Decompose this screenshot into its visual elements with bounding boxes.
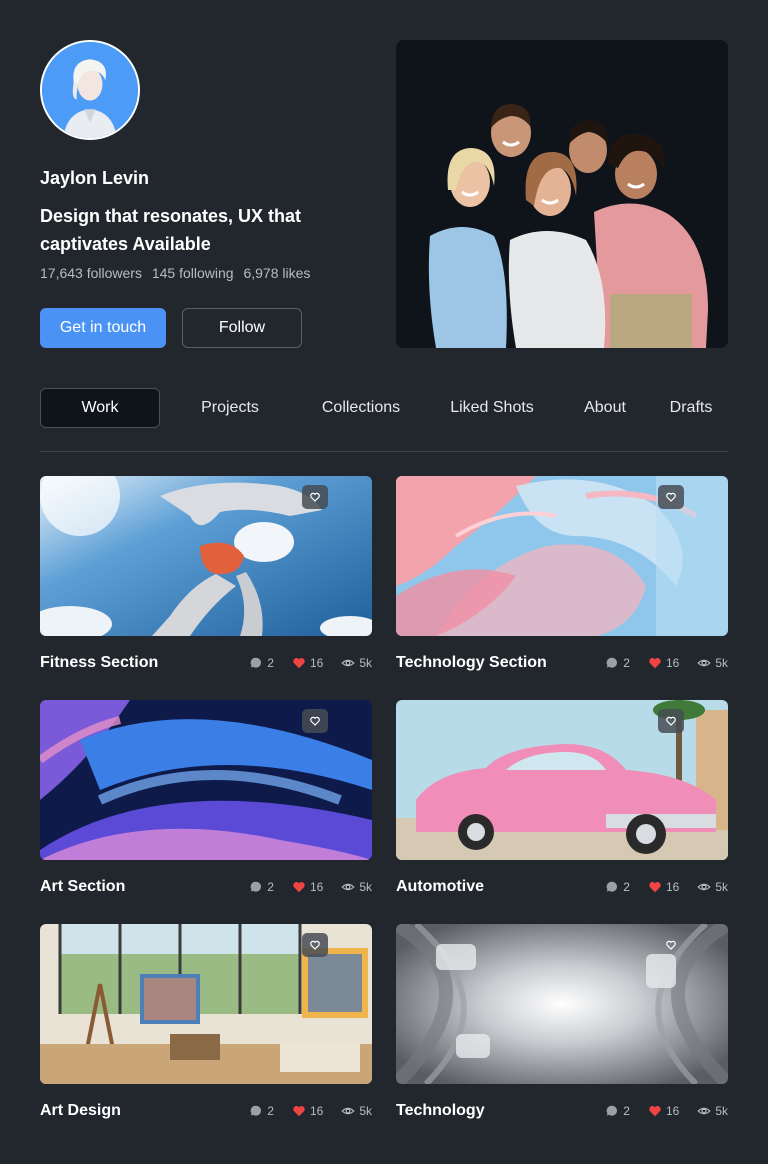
heart-icon[interactable] (648, 1104, 662, 1118)
favorite-button[interactable] (302, 709, 328, 733)
like-count: 16 (309, 880, 324, 894)
like-count: 16 (665, 1104, 680, 1118)
favorite-button[interactable] (658, 485, 684, 509)
heart-icon[interactable] (292, 1104, 306, 1118)
shot-thumbnail[interactable] (396, 476, 728, 636)
comment-count: 2 (623, 880, 630, 894)
profile-stats: 17,643 followers 145 following 6,978 lik… (40, 265, 316, 281)
favorite-button[interactable] (302, 485, 328, 509)
profile-tabs: Work Projects Collections Liked Shots Ab… (40, 388, 728, 428)
shot-stats: 2 16 5k (249, 1104, 372, 1118)
shot-title[interactable]: Automotive (396, 878, 484, 896)
shot-thumbnail[interactable] (396, 700, 728, 860)
profile-tagline: Design that resonates, UX that captivate… (40, 206, 302, 254)
shot-stats: 2 16 5k (605, 880, 728, 894)
favorite-button[interactable] (302, 933, 328, 957)
comment-icon (250, 657, 262, 668)
heart-outline-icon (666, 940, 676, 950)
shot-thumbnail[interactable] (396, 924, 728, 1084)
shot-stats: 2 16 5k (605, 656, 728, 670)
shot-thumbnail[interactable] (40, 924, 372, 1084)
get-in-touch-button[interactable]: Get in touch (40, 308, 166, 348)
tab-drafts[interactable]: Drafts (662, 388, 720, 428)
heart-outline-icon (666, 716, 676, 726)
view-count: 5k (715, 656, 728, 670)
comment-icon (606, 657, 618, 668)
profile-name: Jaylon Levin (40, 168, 150, 188)
cover-image (396, 40, 728, 348)
view-count: 5k (715, 880, 728, 894)
shot-title[interactable]: Art Design (40, 1102, 121, 1120)
avatar[interactable] (40, 40, 140, 140)
shot-card[interactable]: Technology 2 16 5k (396, 924, 728, 1119)
eye-icon (697, 659, 712, 667)
profile-header: Jaylon Levin Design that resonates, UX t… (40, 40, 728, 348)
like-count: 16 (665, 656, 680, 670)
shot-stats: 2 16 5k (605, 1104, 728, 1118)
eye-icon (341, 659, 356, 667)
shot-title[interactable]: Art Section (40, 878, 125, 896)
like-count: 16 (665, 880, 680, 894)
like-count: 16 (309, 1104, 324, 1118)
shot-card[interactable]: Art Section 2 16 5k (40, 700, 372, 895)
favorite-button[interactable] (658, 709, 684, 733)
comment-icon (606, 1105, 618, 1116)
tab-liked-shots[interactable]: Liked Shots (440, 388, 544, 428)
heart-icon[interactable] (648, 656, 662, 670)
shot-card[interactable]: Technology Section 2 16 5k (396, 476, 728, 671)
heart-icon[interactable] (292, 880, 306, 894)
shot-title[interactable]: Technology Section (396, 654, 547, 672)
comment-icon (250, 1105, 262, 1116)
heart-icon[interactable] (648, 880, 662, 894)
comment-icon (250, 881, 262, 892)
likes-count: 6,978 likes (243, 265, 311, 281)
following-count[interactable]: 145 following (152, 265, 234, 281)
shot-card[interactable]: Fitness Section 2 16 5k (40, 476, 372, 671)
comment-count: 2 (623, 656, 630, 670)
comment-icon (606, 881, 618, 892)
comment-count: 2 (623, 1104, 630, 1118)
tab-projects[interactable]: Projects (190, 388, 270, 428)
follow-button[interactable]: Follow (182, 308, 302, 348)
view-count: 5k (359, 656, 372, 670)
tab-collections[interactable]: Collections (310, 388, 412, 428)
eye-icon (697, 1107, 712, 1115)
shot-stats: 2 16 5k (249, 656, 372, 670)
heart-outline-icon (310, 716, 320, 726)
tab-about[interactable]: About (574, 388, 636, 428)
profile-page: Jaylon Levin Design that resonates, UX t… (40, 40, 728, 1119)
shot-thumbnail[interactable] (40, 476, 372, 636)
heart-icon[interactable] (292, 656, 306, 670)
view-count: 5k (715, 1104, 728, 1118)
eye-icon (341, 883, 356, 891)
shot-thumbnail[interactable] (40, 700, 372, 860)
heart-outline-icon (310, 492, 320, 502)
heart-outline-icon (310, 940, 320, 950)
view-count: 5k (359, 880, 372, 894)
eye-icon (697, 883, 712, 891)
heart-outline-icon (666, 492, 676, 502)
shot-stats: 2 16 5k (249, 880, 372, 894)
comment-count: 2 (267, 656, 274, 670)
tabs-divider (40, 451, 728, 452)
shot-title[interactable]: Fitness Section (40, 654, 158, 672)
view-count: 5k (359, 1104, 372, 1118)
followers-count[interactable]: 17,643 followers (40, 265, 142, 281)
tab-work[interactable]: Work (40, 388, 160, 428)
comment-count: 2 (267, 1104, 274, 1118)
like-count: 16 (309, 656, 324, 670)
shot-card[interactable]: Automotive 2 16 5k (396, 700, 728, 895)
comment-count: 2 (267, 880, 274, 894)
shot-card[interactable]: Art Design 2 16 5k (40, 924, 372, 1119)
favorite-button[interactable] (658, 933, 684, 957)
shot-title[interactable]: Technology (396, 1102, 485, 1120)
eye-icon (341, 1107, 356, 1115)
